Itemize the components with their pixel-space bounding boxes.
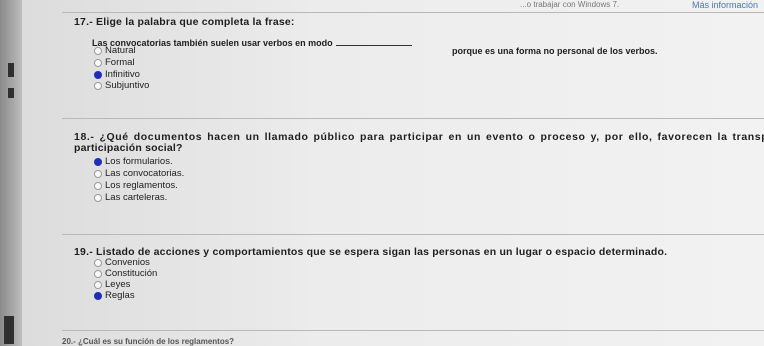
question-20-title: 20.- ¿Cuál es su función de los reglamen… [62,337,235,346]
radio-button-selected[interactable] [94,157,102,166]
radio-button-selected[interactable] [94,70,102,79]
option-label: Infinitivo [105,69,140,80]
divider [62,330,764,331]
q17-option-formal[interactable]: Formal [94,57,135,68]
radio-button[interactable] [94,193,102,202]
q19-option-constitucion[interactable]: Constitución [94,268,157,279]
question-17-title: 17.- Elige la palabra que completa la fr… [74,16,295,28]
q19-option-leyes[interactable]: Leyes [94,279,130,290]
q18-option-reglamentos[interactable]: Los reglamentos. [94,180,178,191]
option-label: Los reglamentos. [105,180,178,191]
option-label: Subjuntivo [105,80,150,91]
left-margin-strip [0,0,22,346]
q19-option-reglas[interactable]: Reglas [94,290,135,301]
radio-button[interactable] [94,58,102,67]
margin-mark [8,88,14,98]
option-label: Los formularios. [105,156,173,167]
question-17-statement: Las convocatorias también suelen usar ve… [92,38,415,48]
statement-after: porque es una forma no personal de los v… [452,46,658,56]
divider [62,234,764,235]
answer-blank [335,45,412,46]
margin-mark [8,63,14,77]
q17-option-infinitivo[interactable]: Infinitivo [94,69,140,80]
margin-mark [4,316,14,344]
faded-header-text: ...o trabajar con Windows 7. [520,0,620,9]
divider [62,12,764,13]
divider [62,118,764,119]
option-label: Natural [105,45,136,56]
radio-button[interactable] [94,169,102,178]
option-label: Reglas [105,290,135,301]
q18-option-convocatorias[interactable]: Las convocatorias. [94,168,184,179]
q17-option-subjuntivo[interactable]: Subjuntivo [94,80,149,91]
question-19-title: 19.- Listado de acciones y comportamient… [74,246,668,258]
option-label: Las carteleras. [105,192,168,203]
question-18-title-cont: participación social? [74,142,183,154]
option-label: Constitución [105,268,158,279]
radio-button-selected[interactable] [94,291,102,300]
option-label: Las convocatorias. [105,168,185,179]
more-info-link[interactable]: Más información [692,0,758,10]
q17-option-natural[interactable]: Natural [94,45,136,56]
radio-button[interactable] [94,280,102,289]
radio-button[interactable] [94,181,102,190]
radio-button[interactable] [94,46,102,55]
radio-button[interactable] [94,269,102,278]
q18-option-formularios[interactable]: Los formularios. [94,156,173,167]
option-label: Convenios [105,257,150,268]
option-label: Leyes [105,279,131,290]
q18-option-carteleras[interactable]: Las carteleras. [94,192,167,203]
radio-button[interactable] [94,81,102,90]
radio-button[interactable] [94,258,102,267]
option-label: Formal [105,57,135,68]
q19-option-convenios[interactable]: Convenios [94,257,150,268]
